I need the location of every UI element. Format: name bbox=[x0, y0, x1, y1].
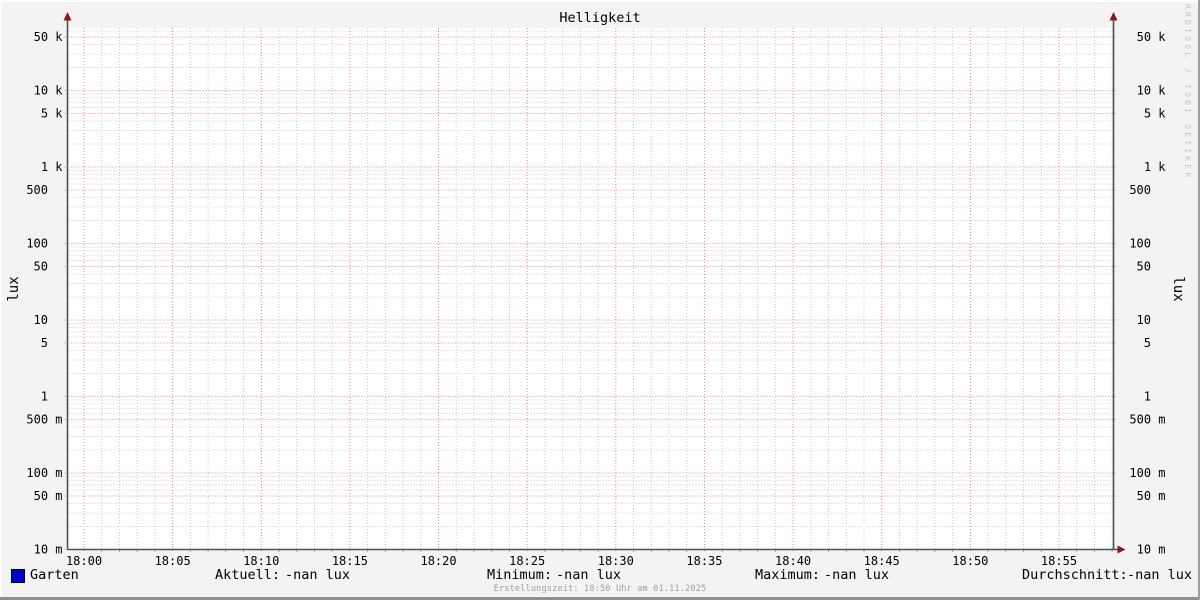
x-tick-label: 18:55 bbox=[1041, 554, 1077, 568]
chart-canvas bbox=[67, 28, 1114, 550]
y-tick-label-left: 5 bbox=[41, 336, 48, 350]
y-tick-label-right: 5 k bbox=[1144, 107, 1166, 121]
x-tick-label: 18:25 bbox=[509, 554, 545, 568]
y-tick-label-left: 10 k bbox=[34, 83, 64, 97]
y-tick-label-right: 500 m bbox=[1129, 413, 1165, 427]
legend-and-stats-row: Garten Aktuell: -nan lux Minimum: -nan l… bbox=[0, 568, 1200, 584]
x-tick-label: 18:00 bbox=[66, 554, 102, 568]
bevel-border-top bbox=[0, 0, 1200, 2]
creation-timestamp: Erstellungszeit: 18:50 Uhr am 01.11.2025 bbox=[493, 583, 707, 594]
stat-value-durchschnitt: -nan lux bbox=[1127, 567, 1193, 583]
y-tick-label-right: 50 k bbox=[1137, 30, 1167, 44]
x-tick-label: 18:30 bbox=[598, 554, 634, 568]
y-tick-label-left: 1 bbox=[41, 389, 48, 403]
y-tick-label-left: 100 bbox=[26, 236, 48, 250]
y-tick-label-right: 10 k bbox=[1137, 83, 1167, 97]
y-tick-label-right: 100 m bbox=[1129, 466, 1165, 480]
y-tick-label-right: 50 m bbox=[1137, 489, 1166, 503]
y-tick-label-right: 500 bbox=[1129, 183, 1151, 197]
legend-label: Garten bbox=[30, 567, 79, 583]
y-tick-label-right: 10 bbox=[1137, 313, 1151, 327]
y-tick-label-left: 50 k bbox=[34, 30, 64, 44]
x-tick-label: 18:40 bbox=[775, 554, 811, 568]
stat-label-maximum: Maximum: bbox=[755, 567, 821, 583]
x-tick-label: 18:20 bbox=[420, 554, 456, 568]
x-tick-label: 18:05 bbox=[155, 554, 191, 568]
y-tick-label-right: 1 bbox=[1144, 389, 1151, 403]
y-tick-label-left: 10 m bbox=[34, 542, 63, 556]
y-axis-unit-left: lux bbox=[6, 276, 22, 302]
y-axis-unit-right: lux bbox=[1170, 276, 1186, 302]
stat-value-aktuell: -nan lux bbox=[285, 567, 351, 583]
rrdtool-graph: 50 k 50 k 10 k 10 k 5 k 5 k 1 k 1 k 500 500 100 100… bbox=[0, 0, 1200, 600]
chart-plot-area: 50 k 50 k 10 k 10 k 5 k 5 k 1 k 1 k 500 500 100 100… bbox=[26, 12, 1167, 568]
chart-title: Helligkeit bbox=[559, 10, 641, 26]
stat-label-aktuell: Aktuell: bbox=[215, 567, 281, 583]
stat-label-durchschnitt: Durchschnitt: bbox=[1022, 567, 1128, 583]
y-tick-label-right: 50 bbox=[1137, 260, 1151, 274]
y-tick-label-left: 50 m bbox=[34, 489, 63, 503]
y-tick-label-left: 500 m bbox=[26, 413, 62, 427]
x-tick-label: 18:50 bbox=[952, 554, 988, 568]
stat-value-maximum: -nan lux bbox=[824, 567, 890, 583]
rrdtool-watermark: RRDTOOL / TOBI OETIKER bbox=[1183, 4, 1192, 181]
y-tick-label-left: 500 bbox=[26, 183, 48, 197]
y-tick-label-left: 1 k bbox=[41, 160, 63, 174]
y-tick-label-left: 100 m bbox=[26, 466, 62, 480]
bevel-border-left bbox=[0, 0, 2, 600]
stat-value-minimum: -nan lux bbox=[556, 567, 622, 583]
x-tick-label: 18:45 bbox=[864, 554, 900, 568]
y-tick-label-right: 100 bbox=[1129, 236, 1151, 250]
y-tick-label-right: 10 m bbox=[1137, 542, 1166, 556]
x-tick-label: 18:10 bbox=[243, 554, 279, 568]
y-tick-label-right: 1 k bbox=[1144, 160, 1166, 174]
y-tick-label-left: 50 bbox=[34, 260, 48, 274]
y-tick-label-left: 10 bbox=[34, 313, 48, 327]
legend-color-swatch bbox=[11, 569, 25, 583]
y-tick-label-left: 5 k bbox=[41, 107, 63, 121]
y-tick-label-right: 5 bbox=[1144, 336, 1151, 350]
x-tick-label: 18:15 bbox=[332, 554, 368, 568]
x-tick-label: 18:35 bbox=[686, 554, 722, 568]
stat-label-minimum: Minimum: bbox=[487, 567, 553, 583]
x-axis-arrow bbox=[1117, 545, 1126, 554]
